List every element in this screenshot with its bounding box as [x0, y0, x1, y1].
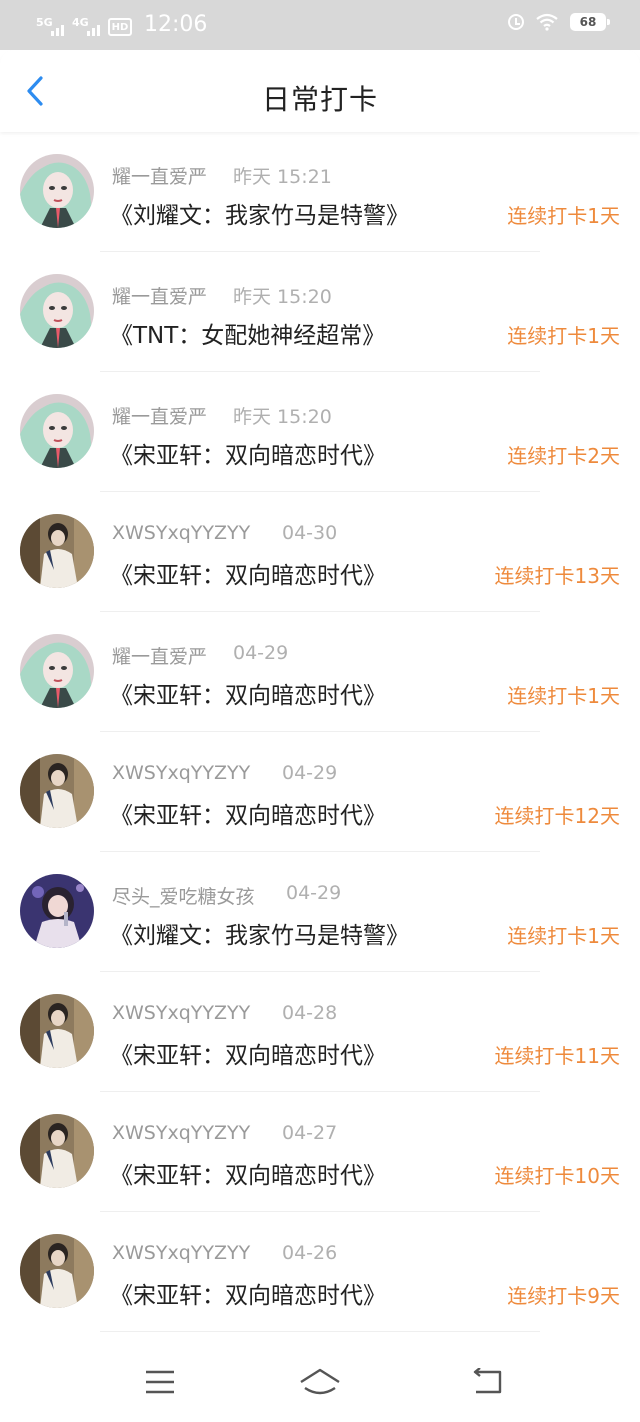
- hd-icon: HD: [108, 18, 132, 36]
- avatar[interactable]: [20, 154, 94, 228]
- signal-icon: 5G: [36, 16, 64, 38]
- alarm-icon: [508, 14, 524, 30]
- avatar[interactable]: [20, 874, 94, 948]
- user-name[interactable]: 耀一直爱严: [112, 402, 207, 429]
- streak-label: 连续打卡9天: [507, 1284, 620, 1308]
- avatar[interactable]: [20, 514, 94, 588]
- checkin-row[interactable]: 耀一直爱严 昨天 15:20 《TNT：女配她神经超常》 连续打卡1天: [0, 252, 640, 372]
- user-name[interactable]: 尽头_爱吃糖女孩: [112, 882, 255, 909]
- status-right: 68: [508, 13, 610, 31]
- streak-label: 连续打卡11天: [494, 1044, 620, 1068]
- book-title[interactable]: 《宋亚轩：双向暗恋时代》: [110, 676, 386, 710]
- clock: 12:06: [144, 12, 208, 37]
- signal-icon: 4G: [72, 16, 100, 38]
- checkin-time: 昨天 15:20: [233, 286, 332, 308]
- back-icon: [473, 1368, 502, 1394]
- avatar[interactable]: [20, 754, 94, 828]
- avatar[interactable]: [20, 634, 94, 708]
- checkin-time: 04-29: [286, 882, 342, 904]
- page-header: 日常打卡: [0, 50, 640, 132]
- menu-button[interactable]: [136, 1362, 184, 1402]
- avatar[interactable]: [20, 1114, 94, 1188]
- streak-label: 连续打卡10天: [494, 1164, 620, 1188]
- checkin-time: 昨天 15:21: [233, 166, 332, 188]
- checkin-time: 04-29: [282, 762, 338, 784]
- checkin-time: 04-29: [233, 642, 289, 664]
- menu-icon: [146, 1370, 174, 1394]
- user-name[interactable]: XWSYxqYYZYY: [112, 522, 250, 544]
- checkin-list: 耀一直爱严 昨天 15:21 《刘耀文：我家竹马是特警》 连续打卡1天 耀一直爱严 昨天…: [0, 132, 640, 1332]
- home-icon: [300, 1368, 340, 1395]
- book-title[interactable]: 《宋亚轩：双向暗恋时代》: [110, 796, 386, 830]
- checkin-row[interactable]: XWSYxqYYZYY 04-26 《宋亚轩：双向暗恋时代》 连续打卡9天: [0, 1212, 640, 1332]
- book-title[interactable]: 《宋亚轩：双向暗恋时代》: [110, 1156, 386, 1190]
- streak-label: 连续打卡12天: [494, 804, 620, 828]
- checkin-row[interactable]: 耀一直爱严 昨天 15:21 《刘耀文：我家竹马是特警》 连续打卡1天: [0, 132, 640, 252]
- avatar[interactable]: [20, 274, 94, 348]
- checkin-row[interactable]: 耀一直爱严 昨天 15:20 《宋亚轩：双向暗恋时代》 连续打卡2天: [0, 372, 640, 492]
- avatar[interactable]: [20, 1234, 94, 1308]
- streak-label: 连续打卡1天: [507, 684, 620, 708]
- streak-label: 连续打卡2天: [507, 444, 620, 468]
- avatar[interactable]: [20, 994, 94, 1068]
- user-name[interactable]: 耀一直爱严: [112, 282, 207, 309]
- checkin-time: 04-30: [282, 522, 338, 544]
- streak-label: 连续打卡1天: [507, 204, 620, 228]
- book-title[interactable]: 《宋亚轩：双向暗恋时代》: [110, 436, 386, 470]
- checkin-row[interactable]: 耀一直爱严 04-29 《宋亚轩：双向暗恋时代》 连续打卡1天: [0, 612, 640, 732]
- wifi-icon: [536, 13, 558, 31]
- checkin-time: 昨天 15:20: [233, 406, 332, 428]
- checkin-row[interactable]: XWSYxqYYZYY 04-30 《宋亚轩：双向暗恋时代》 连续打卡13天: [0, 492, 640, 612]
- avatar[interactable]: [20, 394, 94, 468]
- book-title[interactable]: 《刘耀文：我家竹马是特警》: [110, 916, 409, 950]
- home-button[interactable]: [296, 1362, 344, 1402]
- status-left: 5G 4G HD 12:06: [36, 12, 207, 38]
- user-name[interactable]: XWSYxqYYZYY: [112, 1122, 250, 1144]
- user-name[interactable]: XWSYxqYYZYY: [112, 1242, 250, 1264]
- checkin-row[interactable]: XWSYxqYYZYY 04-29 《宋亚轩：双向暗恋时代》 连续打卡12天: [0, 732, 640, 852]
- checkin-row[interactable]: 尽头_爱吃糖女孩 04-29 《刘耀文：我家竹马是特警》 连续打卡1天: [0, 852, 640, 972]
- book-title[interactable]: 《刘耀文：我家竹马是特警》: [110, 196, 409, 230]
- book-title[interactable]: 《宋亚轩：双向暗恋时代》: [110, 556, 386, 590]
- user-name[interactable]: 耀一直爱严: [112, 162, 207, 189]
- divider: [100, 1331, 540, 1332]
- book-title[interactable]: 《宋亚轩：双向暗恋时代》: [110, 1036, 386, 1070]
- book-title[interactable]: 《宋亚轩：双向暗恋时代》: [110, 1276, 386, 1310]
- checkin-row[interactable]: XWSYxqYYZYY 04-27 《宋亚轩：双向暗恋时代》 连续打卡10天: [0, 1092, 640, 1212]
- streak-label: 连续打卡1天: [507, 324, 620, 348]
- user-name[interactable]: XWSYxqYYZYY: [112, 762, 250, 784]
- book-title[interactable]: 《TNT：女配她神经超常》: [110, 316, 385, 350]
- system-nav-bar: [0, 1346, 640, 1422]
- checkin-time: 04-27: [282, 1122, 338, 1144]
- user-name[interactable]: XWSYxqYYZYY: [112, 1002, 250, 1024]
- checkin-time: 04-26: [282, 1242, 338, 1264]
- user-name[interactable]: 耀一直爱严: [112, 642, 207, 669]
- checkin-time: 04-28: [282, 1002, 338, 1024]
- streak-label: 连续打卡1天: [507, 924, 620, 948]
- page-title: 日常打卡: [261, 83, 378, 116]
- back-nav-button[interactable]: [464, 1362, 512, 1402]
- status-bar: 5G 4G HD 12:06 68: [0, 0, 640, 50]
- checkin-row[interactable]: XWSYxqYYZYY 04-28 《宋亚轩：双向暗恋时代》 连续打卡11天: [0, 972, 640, 1092]
- streak-label: 连续打卡13天: [494, 564, 620, 588]
- battery-icon: 68: [570, 13, 610, 31]
